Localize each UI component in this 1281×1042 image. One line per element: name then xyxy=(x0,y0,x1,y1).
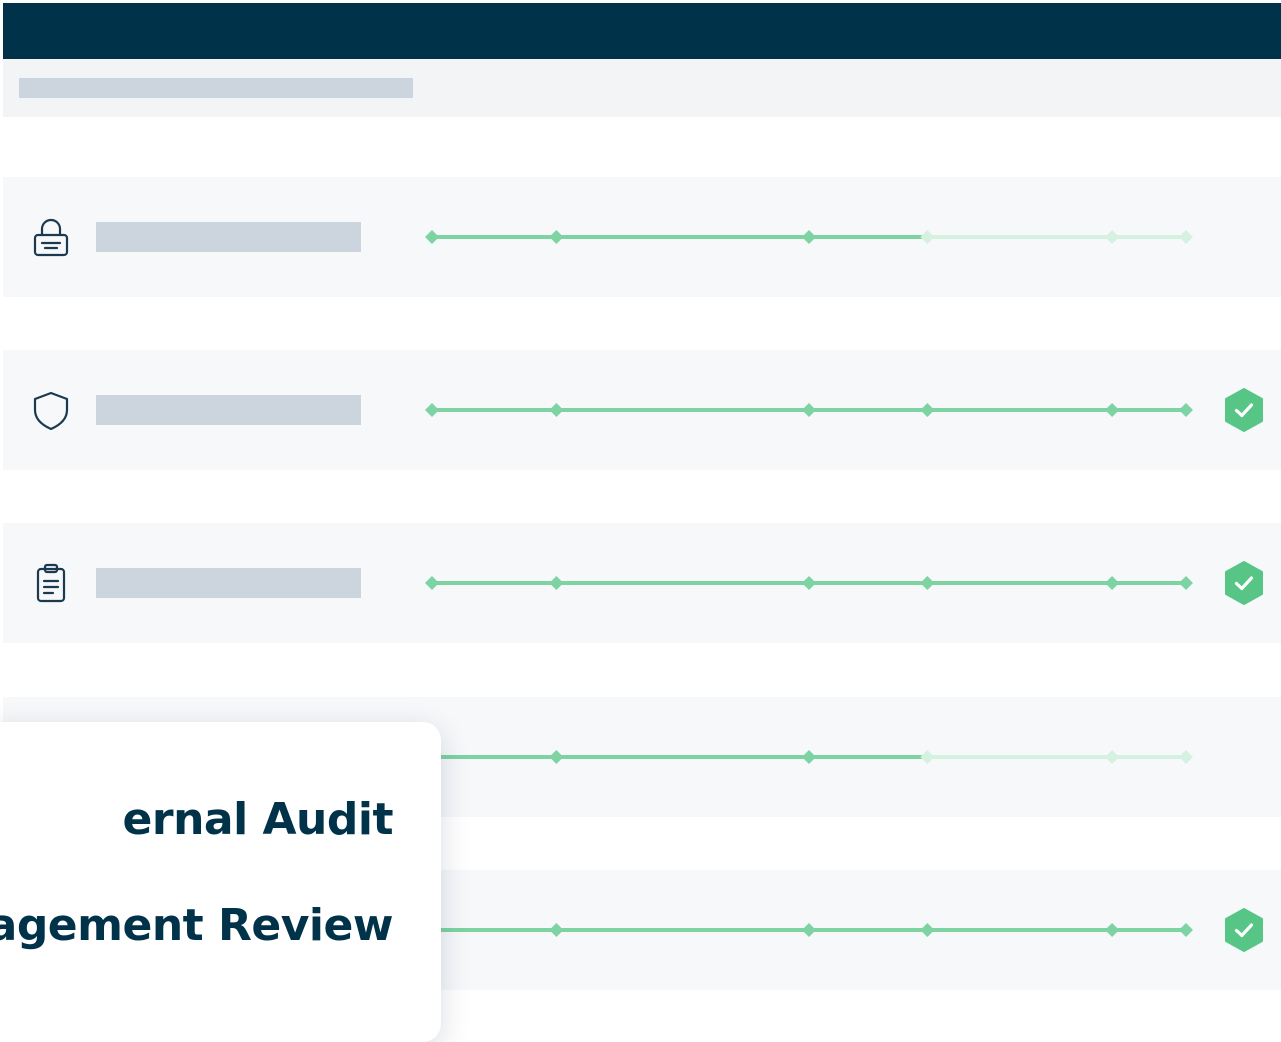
check-badge-icon xyxy=(1223,908,1265,952)
progress-track xyxy=(425,403,1193,417)
progress-milestone xyxy=(425,230,439,244)
app-header xyxy=(3,3,1281,59)
progress-milestone xyxy=(920,750,935,764)
progress-milestone xyxy=(1105,403,1120,417)
progress-milestone xyxy=(1105,230,1120,244)
progress-milestone xyxy=(802,576,816,590)
progress-milestone xyxy=(425,576,439,590)
progress-milestone xyxy=(1105,576,1120,590)
progress-milestone xyxy=(1179,750,1193,764)
progress-milestone xyxy=(1179,576,1193,590)
progress-milestone xyxy=(1179,923,1193,937)
progress-milestone xyxy=(802,403,816,417)
process-row[interactable] xyxy=(3,523,1281,643)
popup-item-internal-audit[interactable]: ernal Audit xyxy=(123,794,394,845)
process-popup-card: ernal Audit nagement Review xyxy=(0,722,441,1042)
check-badge-icon xyxy=(1223,561,1265,605)
progress-milestone xyxy=(802,923,816,937)
progress-milestone xyxy=(1179,403,1193,417)
progress-milestone xyxy=(802,230,816,244)
progress-milestone xyxy=(549,923,564,937)
progress-track xyxy=(425,230,1193,244)
progress-milestone xyxy=(920,923,935,937)
progress-milestone xyxy=(549,576,564,590)
progress-milestone xyxy=(549,230,564,244)
popup-item-management-review[interactable]: nagement Review xyxy=(0,900,394,951)
process-row[interactable] xyxy=(3,177,1281,297)
progress-milestone xyxy=(549,403,564,417)
progress-milestone xyxy=(1105,750,1120,764)
progress-milestone xyxy=(1179,230,1193,244)
progress-track xyxy=(425,576,1193,590)
progress-milestone xyxy=(425,403,439,417)
progress-milestone xyxy=(549,750,564,764)
progress-milestone xyxy=(802,750,816,764)
process-row[interactable] xyxy=(3,350,1281,470)
progress-milestone xyxy=(1105,923,1120,937)
check-badge-icon xyxy=(1223,388,1265,432)
title-placeholder xyxy=(19,78,413,98)
progress-milestone xyxy=(920,576,935,590)
toolbar xyxy=(3,59,1281,117)
progress-milestone xyxy=(920,230,935,244)
progress-milestone xyxy=(920,403,935,417)
